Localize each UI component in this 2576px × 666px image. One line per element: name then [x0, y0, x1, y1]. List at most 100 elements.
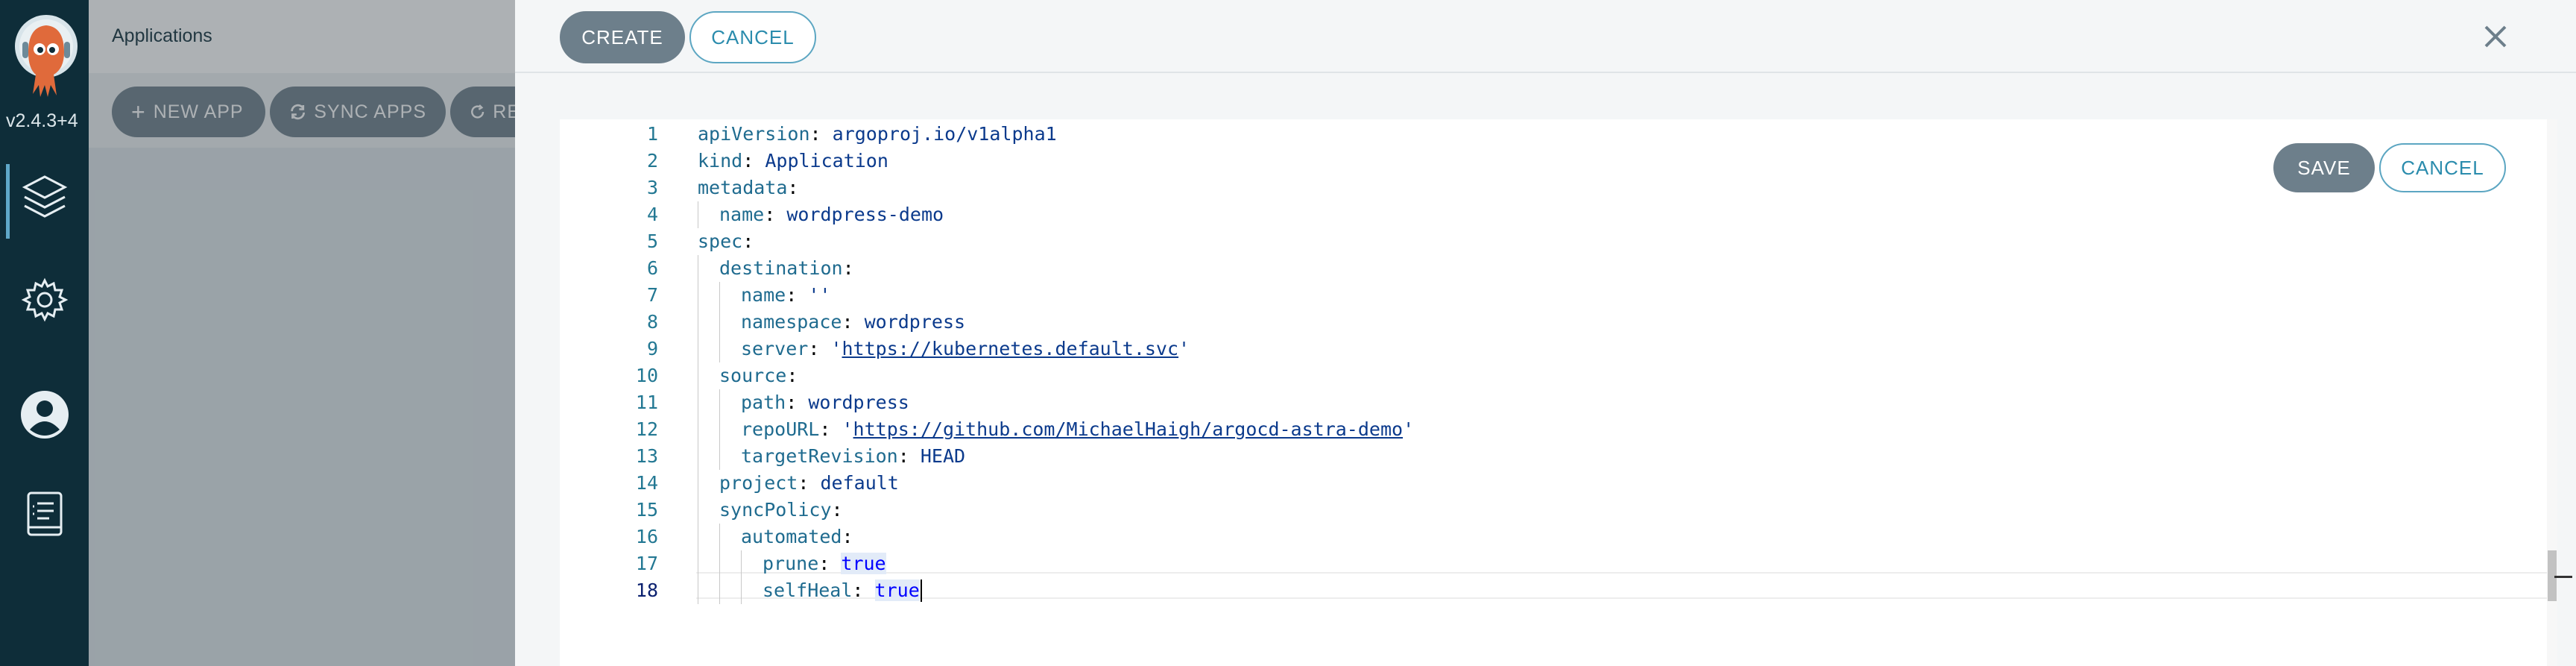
line-number: 18 — [635, 579, 658, 601]
close-icon[interactable] — [2477, 18, 2514, 55]
quote: ' — [1403, 418, 1415, 440]
code-text[interactable]: destination: — [719, 255, 854, 282]
docs-icon — [27, 491, 62, 536]
code-text[interactable]: path: wordpress — [741, 389, 909, 416]
yaml-key: project — [719, 472, 798, 494]
yaml-key: name — [741, 284, 786, 306]
line-number: 3 — [646, 177, 658, 198]
line-number: 5 — [646, 230, 658, 252]
quote: ' — [830, 338, 842, 359]
yaml-key: apiVersion — [698, 123, 810, 145]
yaml-colon: : — [742, 150, 754, 172]
yaml-value: wordpress — [808, 392, 909, 413]
yaml-value: HEAD — [920, 445, 966, 467]
code-text[interactable]: namespace: wordpress — [741, 309, 965, 336]
code-line[interactable]: 15 syncPolicy: — [560, 497, 2557, 524]
editor-cancel-button[interactable]: CANCEL — [2379, 143, 2506, 192]
user-icon — [20, 391, 69, 439]
line-number: 7 — [646, 284, 658, 306]
indent-guide — [719, 389, 720, 416]
yaml-colon: : — [786, 365, 798, 386]
code-line[interactable]: 16 automated: — [560, 524, 2557, 550]
code-line[interactable]: 13 targetRevision: HEAD — [560, 443, 2557, 470]
code-line[interactable]: 3 metadata: — [560, 175, 2557, 201]
code-line[interactable]: 12 repoURL: 'https://github.com/MichaelHa… — [560, 416, 2557, 443]
code-line[interactable]: 7 name: '' — [560, 282, 2557, 309]
line-number: 15 — [635, 499, 658, 521]
code-text[interactable]: apiVersion: argoproj.io/v1alpha1 — [698, 121, 1057, 148]
yaml-colon: : — [818, 553, 830, 574]
code-text[interactable]: automated: — [741, 524, 853, 550]
code-text[interactable]: prune: true — [763, 550, 886, 577]
create-application-panel: CREATE CANCEL 1 apiVersion: argoproj.io/v… — [515, 0, 2576, 666]
yaml-key: kind — [698, 150, 743, 172]
code-line[interactable]: 5 spec: — [560, 228, 2557, 255]
cancel-button[interactable]: CANCEL — [689, 11, 816, 63]
code-line[interactable]: 8 namespace: wordpress — [560, 309, 2557, 336]
code-line[interactable]: 11 path: wordpress — [560, 389, 2557, 416]
yaml-colon: : — [809, 123, 821, 145]
code-text[interactable]: name: wordpress-demo — [719, 201, 944, 228]
code-text[interactable]: syncPolicy: — [719, 497, 843, 524]
yaml-value: argoproj.io/v1alpha1 — [832, 123, 1057, 145]
line-number: 1 — [646, 123, 658, 145]
yaml-colon: : — [842, 526, 853, 547]
yaml-value: '' — [808, 284, 831, 306]
nav-settings[interactable] — [0, 263, 89, 337]
code-line[interactable]: 1 apiVersion: argoproj.io/v1alpha1 — [560, 121, 2557, 148]
code-line[interactable]: 18 selfHeal: true — [560, 577, 2557, 604]
code-text[interactable]: selfHeal: true — [763, 577, 920, 604]
yaml-key: destination — [719, 257, 843, 279]
code-text[interactable]: kind: Application — [698, 148, 888, 175]
argo-logo[interactable] — [10, 13, 82, 101]
line-number: 14 — [635, 472, 658, 494]
indent-guide — [741, 577, 742, 604]
yaml-colon: : — [842, 257, 854, 279]
indent-guide — [719, 282, 720, 309]
code-line[interactable]: 4 name: wordpress-demo — [560, 201, 2557, 228]
yaml-colon: : — [798, 472, 809, 494]
code-line[interactable]: 2 kind: Application — [560, 148, 2557, 175]
code-text[interactable]: targetRevision: HEAD — [741, 443, 965, 470]
yaml-colon: : — [842, 311, 853, 333]
code-text[interactable]: repoURL: 'https://github.com/MichaelHaig… — [741, 416, 1414, 443]
code-text[interactable]: source: — [719, 362, 798, 389]
yaml-key: name — [719, 204, 765, 225]
yaml-colon: : — [764, 204, 776, 225]
indent-guide — [719, 550, 720, 577]
yaml-colon: : — [808, 338, 820, 359]
yaml-colon: : — [742, 230, 754, 252]
code-line[interactable]: 10 source: — [560, 362, 2557, 389]
line-number: 10 — [635, 365, 658, 386]
code-text[interactable]: spec: — [698, 228, 754, 255]
code-text[interactable]: server: 'https://kubernetes.default.svc' — [741, 336, 1190, 362]
save-button[interactable]: SAVE — [2273, 143, 2375, 192]
create-button[interactable]: CREATE — [560, 11, 685, 63]
nav-applications[interactable] — [0, 160, 89, 239]
code-line[interactable]: 17 prune: true — [560, 550, 2557, 577]
yaml-key: targetRevision — [741, 445, 898, 467]
yaml-value: wordpress — [864, 311, 966, 333]
yaml-key: path — [741, 392, 786, 413]
line-number: 2 — [646, 150, 658, 172]
code-line[interactable]: 14 project: default — [560, 470, 2557, 497]
code-text[interactable]: project: default — [719, 470, 899, 497]
layers-icon — [22, 175, 67, 218]
line-number: 4 — [646, 204, 658, 225]
yaml-url-value[interactable]: https://github.com/MichaelHaigh/argocd-a… — [853, 418, 1404, 440]
nav-user-info[interactable] — [0, 377, 89, 452]
yaml-editor[interactable]: 1 apiVersion: argoproj.io/v1alpha1 2 kind: … — [560, 119, 2572, 666]
quote: ' — [1178, 338, 1190, 359]
code-text[interactable]: name: '' — [741, 282, 830, 309]
version-label: v2.4.3+4 — [6, 110, 78, 131]
line-number: 17 — [635, 553, 658, 574]
nav-documentation[interactable] — [0, 477, 89, 552]
yaml-url-value[interactable]: https://kubernetes.default.svc — [842, 338, 1179, 359]
line-number: 8 — [646, 311, 658, 333]
yaml-colon: : — [831, 499, 843, 521]
quote: ' — [842, 418, 853, 440]
code-line[interactable]: 6 destination: — [560, 255, 2557, 282]
line-number: 6 — [646, 257, 658, 279]
code-text[interactable]: metadata: — [698, 175, 798, 201]
code-line[interactable]: 9 server: 'https://kubernetes.default.svc… — [560, 336, 2557, 362]
